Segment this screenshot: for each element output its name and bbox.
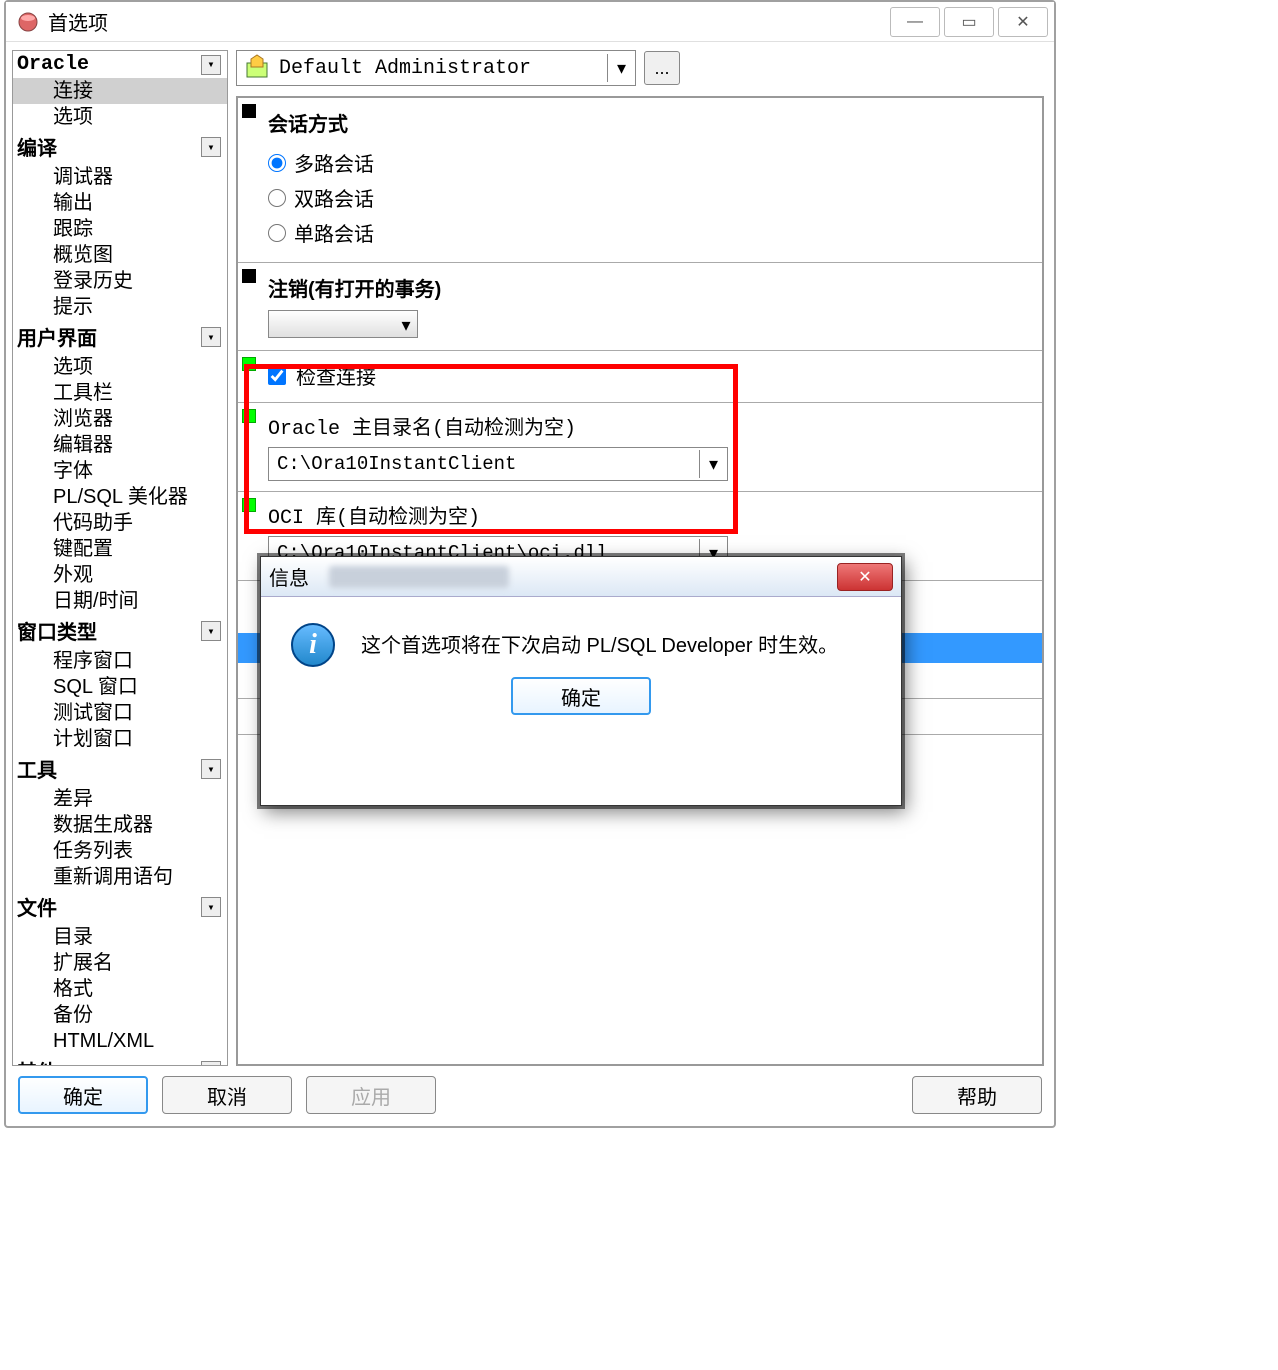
tree-item[interactable]: 目录 — [13, 924, 227, 950]
tree-item[interactable]: 日期/时间 — [13, 588, 227, 614]
blurred-text — [329, 566, 509, 588]
tree-item[interactable]: 键配置 — [13, 536, 227, 562]
chevron-down-icon[interactable]: ▾ — [607, 54, 635, 82]
help-button[interactable]: 帮助 — [912, 1076, 1042, 1114]
logoff-header: 注销(有打开的事务) — [268, 273, 1030, 302]
tree-item[interactable]: 输出 — [13, 190, 227, 216]
tree-item[interactable]: 程序窗口 — [13, 648, 227, 674]
oracle-home-combo[interactable]: C:\Ora10InstantClient ▾ — [268, 447, 728, 481]
section-marker — [242, 409, 256, 423]
collapse-icon[interactable]: ▾ — [201, 137, 221, 157]
section-marker — [242, 104, 256, 118]
tree-item[interactable]: 代码助手 — [13, 510, 227, 536]
session-mode-option[interactable]: 单路会话 — [268, 215, 1030, 250]
ok-button[interactable]: 确定 — [18, 1076, 148, 1114]
window-title: 首选项 — [48, 7, 108, 36]
tree-group-header[interactable]: 文件▾ — [13, 890, 227, 924]
dialog-buttons: 确定 取消 应用 帮助 — [6, 1066, 1054, 1126]
dialog-title: 信息 — [269, 562, 309, 591]
info-dialog: 信息 ✕ i 这个首选项将在下次启动 PL/SQL Developer 时生效。… — [260, 556, 902, 806]
dialog-message: 这个首选项将在下次启动 PL/SQL Developer 时生效。 — [361, 623, 838, 658]
tree-item[interactable]: 跟踪 — [13, 216, 227, 242]
tree-item[interactable]: PL/SQL 美化器 — [13, 484, 227, 510]
section-marker — [242, 269, 256, 283]
cancel-button[interactable]: 取消 — [162, 1076, 292, 1114]
tree-item[interactable]: 选项 — [13, 104, 227, 130]
session-option-label: 单路会话 — [294, 218, 374, 247]
profile-browse-button[interactable]: ... — [644, 51, 680, 85]
profile-icon — [243, 53, 273, 83]
session-radio[interactable] — [268, 224, 286, 242]
minimize-button[interactable]: — — [890, 7, 940, 37]
tree-item[interactable]: 格式 — [13, 976, 227, 1002]
profile-combo[interactable]: Default Administrator ▾ — [236, 50, 636, 86]
tree-item[interactable]: 登录历史 — [13, 268, 227, 294]
oci-lib-label: OCI 库(自动检测为空) — [268, 500, 1030, 530]
chevron-down-icon: ▾ — [699, 450, 727, 478]
tree-group-header[interactable]: 工具▾ — [13, 752, 227, 786]
check-connection-checkbox[interactable] — [268, 367, 286, 385]
session-mode-header: 会话方式 — [268, 108, 1030, 137]
tree-item[interactable]: 调试器 — [13, 164, 227, 190]
tree-item[interactable]: 数据生成器 — [13, 812, 227, 838]
profile-label: Default Administrator — [279, 57, 607, 80]
collapse-icon[interactable]: ▾ — [201, 621, 221, 641]
tree-item[interactable]: 连接 — [13, 78, 227, 104]
tree-item[interactable]: 差异 — [13, 786, 227, 812]
tree-item[interactable]: 测试窗口 — [13, 700, 227, 726]
collapse-icon[interactable]: ▾ — [201, 55, 221, 75]
apply-button[interactable]: 应用 — [306, 1076, 436, 1114]
tree-item[interactable]: 外观 — [13, 562, 227, 588]
app-icon — [16, 10, 40, 34]
tree-item[interactable]: 扩展名 — [13, 950, 227, 976]
tree-item[interactable]: 浏览器 — [13, 406, 227, 432]
tree-item[interactable]: 备份 — [13, 1002, 227, 1028]
check-connection-label: 检查连接 — [296, 361, 376, 390]
tree-item[interactable]: 计划窗口 — [13, 726, 227, 752]
section-marker — [242, 357, 256, 371]
session-mode-option[interactable]: 双路会话 — [268, 180, 1030, 215]
tree-group-header[interactable]: 用户界面▾ — [13, 320, 227, 354]
tree-item[interactable]: HTML/XML — [13, 1028, 227, 1054]
tree-item[interactable]: 任务列表 — [13, 838, 227, 864]
info-icon: i — [291, 623, 335, 667]
tree-item[interactable]: SQL 窗口 — [13, 674, 227, 700]
close-button[interactable]: ✕ — [998, 7, 1048, 37]
session-option-label: 双路会话 — [294, 183, 374, 212]
section-marker — [242, 498, 256, 512]
collapse-icon[interactable]: ▾ — [201, 327, 221, 347]
tree-item[interactable]: 选项 — [13, 354, 227, 380]
oracle-home-label: Oracle 主目录名(自动检测为空) — [268, 411, 1030, 441]
tree-item[interactable]: 工具栏 — [13, 380, 227, 406]
tree-item[interactable]: 提示 — [13, 294, 227, 320]
tree-item[interactable]: 概览图 — [13, 242, 227, 268]
tree-group-header[interactable]: 其他▾ — [13, 1054, 227, 1066]
chevron-down-icon: ▾ — [395, 311, 417, 339]
collapse-icon[interactable]: ▾ — [201, 759, 221, 779]
dialog-titlebar: 信息 ✕ — [261, 557, 901, 597]
dialog-close-button[interactable]: ✕ — [837, 563, 893, 591]
logoff-combo[interactable]: ▾ — [268, 310, 418, 338]
tree-item[interactable]: 字体 — [13, 458, 227, 484]
tree-item[interactable]: 编辑器 — [13, 432, 227, 458]
session-mode-option[interactable]: 多路会话 — [268, 145, 1030, 180]
session-radio[interactable] — [268, 154, 286, 172]
category-tree[interactable]: Oracle▾连接选项编译▾调试器输出跟踪概览图登录历史提示用户界面▾选项工具栏… — [12, 50, 228, 1066]
window-controls: — ▭ ✕ — [890, 7, 1054, 37]
session-option-label: 多路会话 — [294, 148, 374, 177]
maximize-button[interactable]: ▭ — [944, 7, 994, 37]
titlebar: 首选项 — ▭ ✕ — [6, 2, 1054, 42]
dialog-ok-button[interactable]: 确定 — [511, 677, 651, 715]
tree-item[interactable]: 重新调用语句 — [13, 864, 227, 890]
oracle-home-value: C:\Ora10InstantClient — [277, 453, 699, 475]
tree-group-header[interactable]: 窗口类型▾ — [13, 614, 227, 648]
tree-group-header[interactable]: 编译▾ — [13, 130, 227, 164]
tree-group-header[interactable]: Oracle▾ — [13, 51, 227, 78]
session-radio[interactable] — [268, 189, 286, 207]
collapse-icon[interactable]: ▾ — [201, 897, 221, 917]
